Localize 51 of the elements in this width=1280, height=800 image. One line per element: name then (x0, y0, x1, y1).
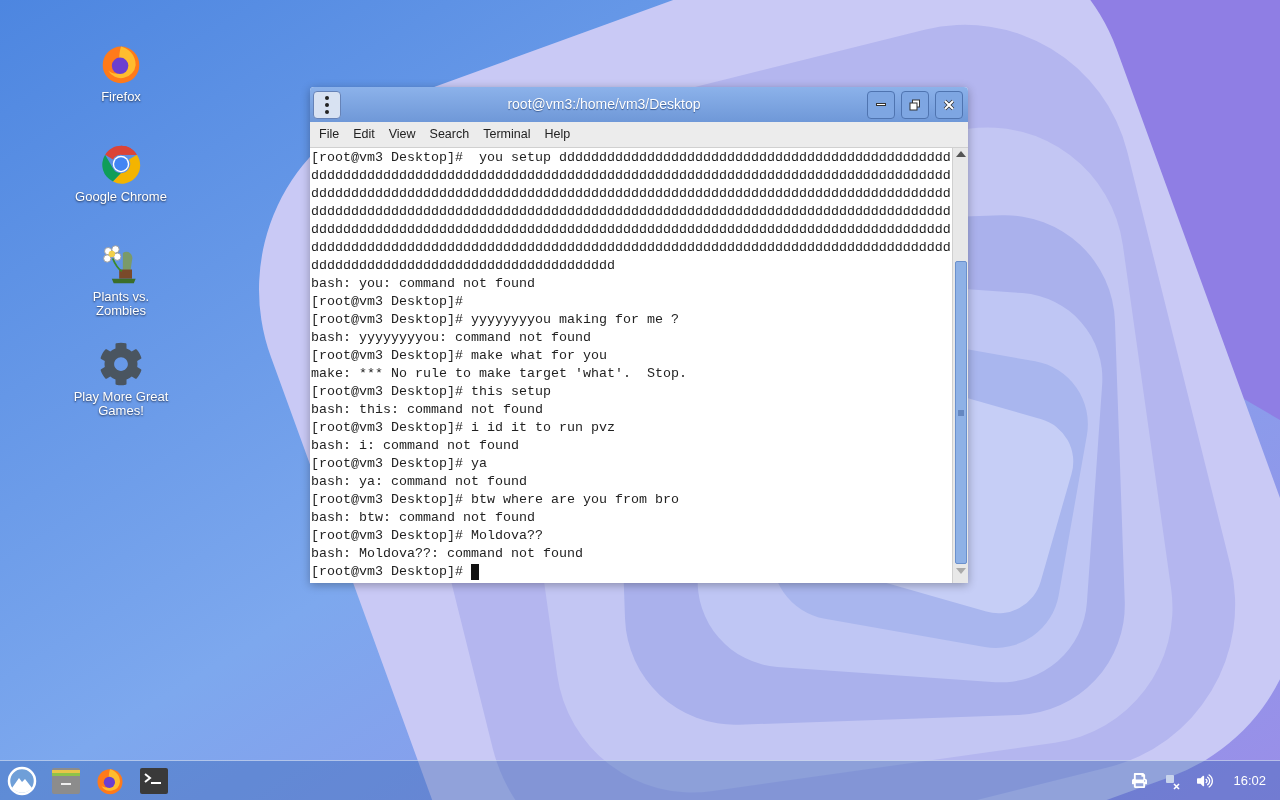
scroll-up-icon[interactable] (955, 151, 966, 157)
menu-item[interactable]: Help (537, 125, 578, 144)
terminal-line: [root@vm3 Desktop]# Moldova?? (311, 527, 543, 545)
terminal-line: bash: i: command not found (311, 437, 519, 455)
scrollbar-thumb[interactable] (954, 261, 967, 564)
terminal-icon (140, 767, 168, 794)
text-cursor (470, 564, 479, 580)
terminal-line: dddddddddddddddddddddddddddddddddddddddddddddddddddddddddddddddddddddddddddddddd (311, 167, 951, 185)
menu-item[interactable]: Search (422, 125, 477, 144)
mountain-icon (7, 765, 37, 796)
menu-item[interactable]: View (381, 125, 423, 144)
restore-icon (909, 98, 921, 111)
window-menu-button[interactable] (313, 90, 341, 119)
minimize-button[interactable] (867, 90, 895, 119)
terminal-line: bash: this: command not found (311, 401, 543, 419)
gear-icon (99, 342, 143, 386)
terminal-line: [root@vm3 Desktop]# (311, 563, 464, 581)
menu-item[interactable]: Terminal (476, 125, 538, 144)
volume-icon[interactable] (1197, 772, 1214, 789)
terminal-line: bash: you: command not found (311, 275, 535, 293)
clock[interactable]: 16:02 (1233, 770, 1266, 791)
terminal-line: [root@vm3 Desktop]# you setup ddddddddddddddddddddddddddddddddddddddddddddddddd (311, 149, 951, 167)
terminal-line: bash: Moldova??: command not found (311, 545, 583, 563)
terminal-line: [root@vm3 Desktop]# yyyyyyyyou making for me ? (311, 311, 679, 329)
folder-icon (52, 767, 80, 794)
terminal-line: dddddddddddddddddddddddddddddddddddddddddddddddddddddddddddddddddddddddddddddddd (311, 203, 951, 221)
menu-item[interactable]: Edit (346, 125, 382, 144)
terminal-line: [root@vm3 Desktop]# this setup (311, 383, 551, 401)
terminal-line: [root@vm3 Desktop]# make what for you (311, 347, 607, 365)
restore-button[interactable] (901, 90, 929, 119)
scrollbar[interactable] (952, 148, 968, 583)
printer-icon[interactable] (1132, 773, 1148, 788)
window-title: root@vm3:/home/vm3/Desktop (506, 95, 702, 114)
terminal-line: [root@vm3 Desktop]# btw where are you from bro (311, 491, 679, 509)
start-menu-button[interactable] (6, 764, 38, 797)
close-icon (943, 98, 955, 111)
terminal-line: make: *** No rule to make target 'what'. Stop. (311, 365, 687, 383)
terminal-line: bash: btw: command not found (311, 509, 535, 527)
menu-item[interactable]: File (312, 125, 347, 144)
terminal-line: [root@vm3 Desktop]# i id it to run pvz (311, 419, 615, 437)
close-button[interactable] (935, 90, 963, 119)
terminal-line: dddddddddddddddddddddddddddddddddddddd (311, 257, 615, 275)
grip-icon (957, 409, 964, 416)
terminal-line: dddddddddddddddddddddddddddddddddddddddddddddddddddddddddddddddddddddddddddddddd (311, 221, 951, 239)
terminal-line: [root@vm3 Desktop]# (311, 293, 463, 311)
terminal-line: dddddddddddddddddddddddddddddddddddddddddddddddddddddddddddddddddddddddddddddddd (311, 185, 951, 203)
terminal-line: bash: ya: command not found (311, 473, 527, 491)
terminal-line: bash: yyyyyyyyou: command not found (311, 329, 591, 347)
minimize-icon (876, 103, 886, 106)
terminal-line: [root@vm3 Desktop]# ya (311, 455, 487, 473)
terminal-line: dddddddddddddddddddddddddddddddddddddddddddddddddddddddddddddddddddddddddddddddd (311, 239, 951, 257)
